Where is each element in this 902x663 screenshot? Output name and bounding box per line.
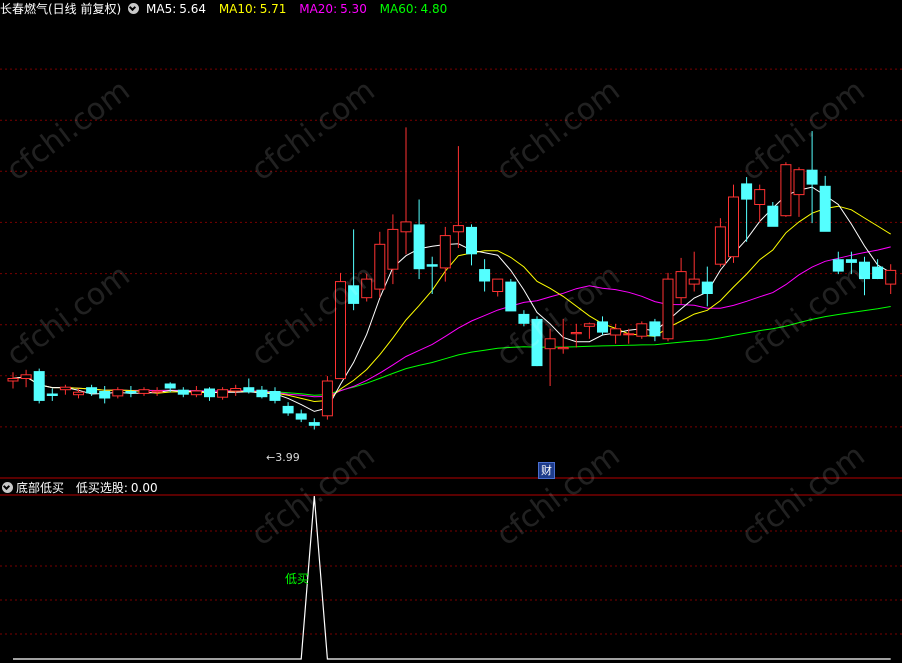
candle-down	[177, 389, 189, 395]
candle-down	[269, 391, 281, 401]
candle-up	[321, 380, 333, 417]
candle-up	[885, 269, 897, 285]
candle-up	[112, 389, 124, 397]
candle-up	[728, 196, 739, 258]
candle-down	[505, 281, 517, 312]
candle-down	[86, 387, 98, 394]
candle-down	[282, 405, 294, 414]
candle-up	[190, 390, 202, 396]
candle-down	[33, 371, 45, 401]
candle-up	[754, 189, 766, 206]
low-price-marker: ←3.99	[266, 451, 300, 464]
candle-down	[125, 391, 137, 394]
candle-down	[295, 413, 307, 420]
candle-up	[688, 278, 700, 285]
candle-up	[59, 386, 71, 391]
candle-up	[610, 328, 622, 336]
finance-event-label: 财	[541, 464, 552, 477]
candle-down	[466, 226, 477, 255]
candle-down	[819, 185, 831, 232]
candle-up	[230, 388, 242, 392]
candle-down	[99, 391, 111, 399]
dropdown-icon[interactable]	[128, 3, 140, 14]
ma10-value: 5.71	[259, 2, 287, 16]
candle-up	[623, 333, 635, 336]
ma5-label: MA5:	[146, 2, 177, 16]
ma20-label: MA20:	[299, 2, 338, 16]
candle-down	[872, 266, 884, 279]
chart-title: 长春燃气(日线 前复权)	[0, 2, 122, 16]
candle-up	[452, 225, 464, 233]
candle-down	[256, 389, 268, 398]
low-price-value: 3.99	[275, 451, 300, 464]
candle-down	[701, 281, 713, 294]
candle-up	[387, 228, 399, 270]
candle-up	[583, 323, 595, 327]
ma10-label: MA10:	[218, 2, 257, 16]
candle-down	[426, 264, 438, 267]
chart-root: cfchi.com cfchi.com cfchi.com cfchi.com …	[0, 0, 902, 663]
candle-up	[662, 278, 674, 340]
candle-up	[570, 332, 582, 335]
candle-up	[439, 235, 451, 269]
candle-up	[636, 323, 648, 337]
candle-down	[741, 183, 753, 200]
candle-down	[46, 393, 58, 396]
sub-legend: 底部低买 低买选股: 0.00	[0, 479, 161, 497]
finance-event-badge[interactable]: 财	[538, 462, 555, 479]
candle-up	[793, 169, 805, 196]
candle-up	[557, 347, 569, 350]
ma20-value: 5.30	[340, 2, 367, 16]
ma60-label: MA60:	[379, 2, 418, 16]
sub-series-value: 0.00	[130, 481, 158, 495]
candle-up	[73, 391, 84, 396]
ma20-line	[12, 246, 891, 398]
candle-down	[164, 383, 176, 389]
candle-down	[597, 321, 608, 333]
candle-up	[20, 374, 32, 379]
candle-down	[308, 422, 320, 426]
ma5-value: 5.64	[179, 2, 206, 16]
ma10-line	[12, 205, 891, 403]
sub-title: 底部低买	[16, 481, 65, 495]
candle-down	[479, 269, 491, 282]
candle-down	[204, 388, 215, 398]
ma5-line	[12, 186, 891, 412]
candle-down	[806, 169, 818, 185]
candle-up	[675, 271, 687, 299]
candle-up	[138, 389, 150, 394]
candle-up	[7, 378, 19, 382]
main-legend: 长春燃气(日线 前复权) MA5: 5.64 MA10: 5.71 MA20: 5.3…	[0, 0, 450, 18]
candle-down	[649, 321, 661, 337]
candle-up	[780, 164, 792, 217]
candle-up	[492, 278, 504, 293]
dropdown-icon[interactable]	[2, 482, 13, 493]
ma60-value: 4.80	[420, 2, 448, 16]
candle-up	[217, 389, 229, 398]
candle-up	[714, 226, 726, 265]
candle-down	[767, 205, 779, 227]
candle-down	[413, 224, 425, 270]
candle-up	[151, 390, 163, 393]
candle-up	[400, 221, 412, 233]
buy-signal-label: 低买	[285, 572, 310, 586]
candle-down	[243, 387, 255, 393]
sub-series-label: 低买选股:	[75, 481, 128, 495]
